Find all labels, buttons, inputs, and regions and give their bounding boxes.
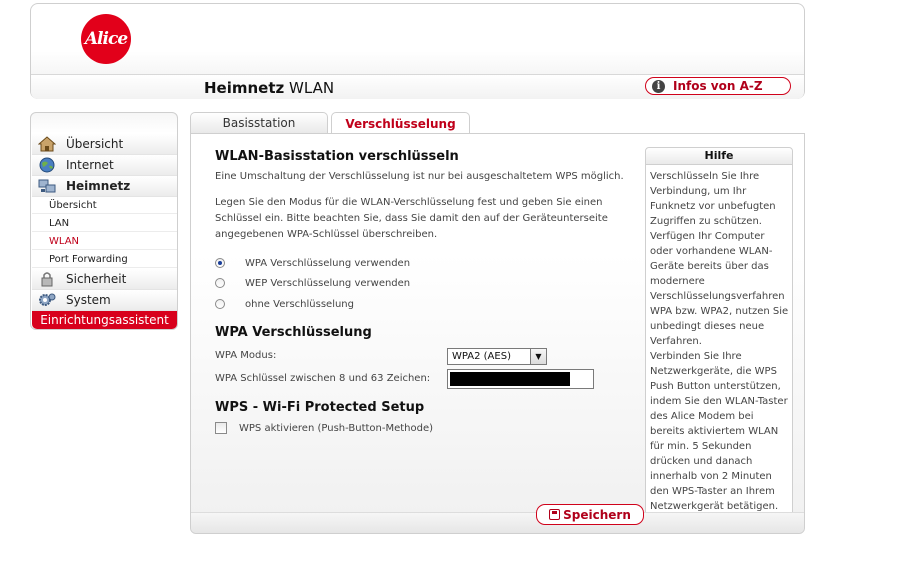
wpa-mode-value: WPA2 (AES)	[452, 351, 511, 362]
help-text: Verschlüsseln Sie Ihre Verbindung, um Ih…	[646, 165, 792, 514]
radio-wep[interactable]	[215, 278, 225, 288]
encryption-description: Legen Sie den Modus für die WLAN-Verschl…	[215, 197, 608, 240]
radio-none[interactable]	[215, 299, 225, 309]
info-icon: i	[652, 79, 665, 93]
sidebar-item-sicherheit[interactable]: Sicherheit	[32, 269, 177, 290]
save-button[interactable]: Speichern	[536, 504, 644, 525]
sidebar: Übersicht Internet Heimnetz Übersicht LA…	[30, 112, 178, 330]
page-title: Heimnetz WLAN	[204, 79, 334, 97]
chevron-down-icon[interactable]: ▼	[530, 349, 546, 364]
section-title-wpa: WPA Verschlüsselung	[215, 325, 372, 340]
sidebar-subitem-label: Port Forwarding	[49, 253, 128, 265]
alice-logo[interactable]: Alice	[81, 14, 131, 64]
wps-note-text: Eine Umschaltung der Verschlüsselung ist…	[215, 171, 624, 182]
sidebar-item-heimnetz[interactable]: Heimnetz	[32, 176, 177, 197]
tab-verschluesselung[interactable]: Verschlüsselung	[331, 112, 470, 134]
wpa-mode-select[interactable]: WPA2 (AES) ▼	[447, 348, 547, 365]
radio-row-none[interactable]: ohne Verschlüsselung	[215, 296, 354, 312]
sidebar-subitem-wlan[interactable]: WLAN	[32, 233, 177, 250]
help-box: Hilfe Verschlüsseln Sie Ihre Verbindung,…	[645, 147, 793, 513]
wpa-key-label: WPA Schlüssel zwischen 8 und 63 Zeichen:	[215, 373, 431, 384]
tab-basisstation[interactable]: Basisstation	[190, 112, 328, 133]
sidebar-item-label: System	[66, 293, 111, 307]
sidebar-item-internet[interactable]: Internet	[32, 155, 177, 176]
page-title-rest: WLAN	[284, 79, 335, 97]
section-title-wps: WPS - Wi-Fi Protected Setup	[215, 400, 425, 415]
wps-checkbox[interactable]	[215, 422, 227, 434]
einrichtungsassistent-button[interactable]: Einrichtungsassistent	[32, 311, 177, 329]
sidebar-subitem-uebersicht[interactable]: Übersicht	[32, 197, 177, 214]
masked-key	[450, 372, 570, 386]
sidebar-item-label: Sicherheit	[66, 272, 127, 286]
content-panel: WLAN-Basisstation verschlüsseln Eine Ums…	[190, 133, 805, 534]
help-title: Hilfe	[646, 148, 792, 165]
sidebar-subitem-lan[interactable]: LAN	[32, 215, 177, 232]
gear-icon	[39, 293, 56, 306]
save-label: Speichern	[563, 507, 631, 522]
sidebar-subitem-label: WLAN	[49, 235, 80, 247]
sidebar-item-system[interactable]: System	[32, 290, 177, 311]
wpa-mode-label: WPA Modus:	[215, 350, 277, 361]
radio-label: ohne Verschlüsselung	[245, 298, 354, 310]
header-bar: Heimnetz WLAN i Infos von A-Z	[31, 74, 804, 99]
tab-label: Verschlüsselung	[345, 116, 456, 131]
wizard-label: Einrichtungsassistent	[40, 313, 169, 327]
radio-wpa[interactable]	[215, 258, 225, 268]
infos-a-z-label: Infos von A-Z	[673, 79, 763, 93]
network-icon	[38, 179, 56, 193]
radio-label: WPA Verschlüsselung verwenden	[245, 257, 411, 269]
sidebar-item-uebersicht[interactable]: Übersicht	[32, 134, 177, 155]
page-title-bold: Heimnetz	[204, 79, 285, 97]
sidebar-subitem-port-forwarding[interactable]: Port Forwarding	[32, 251, 177, 268]
sidebar-subitem-label: Übersicht	[49, 199, 97, 211]
wps-checkbox-row[interactable]: WPS aktivieren (Push-Button-Methode)	[215, 422, 433, 434]
sidebar-item-label: Heimnetz	[66, 179, 131, 193]
footer-bar: Speichern	[191, 504, 804, 533]
radio-label: WEP Verschlüsselung verwenden	[245, 277, 411, 289]
save-icon	[549, 509, 561, 520]
tab-label: Basisstation	[222, 116, 296, 130]
sidebar-item-label: Internet	[66, 158, 114, 172]
infos-a-z-button[interactable]: i Infos von A-Z	[645, 77, 791, 95]
help-paragraph-1: Verschlüsseln Sie Ihre Verbindung, um Ih…	[650, 171, 789, 347]
header: Alice Heimnetz WLAN i Infos von A-Z	[30, 3, 805, 99]
radio-row-wpa[interactable]: WPA Verschlüsselung verwenden	[215, 255, 410, 271]
globe-icon	[39, 157, 55, 173]
radio-row-wep[interactable]: WEP Verschlüsselung verwenden	[215, 275, 410, 291]
wps-checkbox-label: WPS aktivieren (Push-Button-Methode)	[239, 422, 434, 434]
wpa-key-input[interactable]	[447, 369, 594, 389]
section-title-wlan: WLAN-Basisstation verschlüsseln	[215, 149, 459, 164]
logo-text: Alice	[84, 29, 128, 49]
house-icon	[38, 136, 56, 152]
help-paragraph-2: Verbinden Sie Ihre Netzwerkgeräte, die W…	[650, 351, 788, 512]
lock-icon	[41, 272, 53, 287]
sidebar-item-label: Übersicht	[66, 137, 124, 151]
sidebar-subitem-label: LAN	[49, 217, 70, 229]
